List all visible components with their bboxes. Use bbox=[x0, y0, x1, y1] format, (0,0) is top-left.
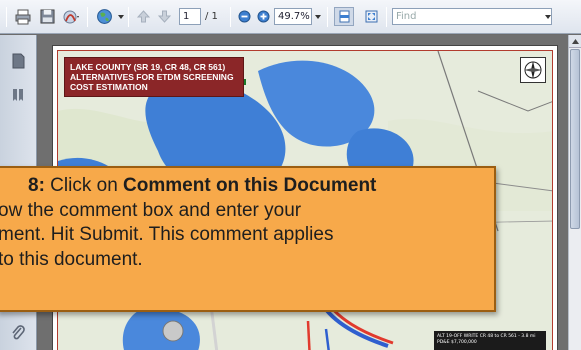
scroll-up-button[interactable] bbox=[569, 35, 581, 48]
find-menu-arrow[interactable] bbox=[544, 7, 552, 26]
full-screen-button[interactable] bbox=[361, 7, 381, 26]
toolbar-separator bbox=[230, 7, 231, 27]
pdf-viewer-window: 1 / 1 49.7% Find LAKE COUNTY (SR 19, CR … bbox=[0, 0, 581, 350]
zoom-level-select[interactable]: 49.7% bbox=[274, 8, 312, 25]
globe-menu-arrow[interactable] bbox=[117, 7, 124, 26]
chevron-up-icon bbox=[572, 38, 579, 44]
zoom-out-button[interactable] bbox=[236, 7, 252, 26]
arrow-down-icon bbox=[157, 10, 171, 23]
page-total-label: / 1 bbox=[205, 11, 218, 22]
zoom-in-icon bbox=[257, 10, 269, 23]
callout-step-label: 8: bbox=[28, 175, 45, 196]
acrobat-icon bbox=[63, 10, 79, 23]
callout-line-1: 8: Click on Comment on this Document bbox=[0, 174, 484, 199]
zoom-menu-arrow[interactable] bbox=[314, 7, 322, 26]
toolbar-separator bbox=[386, 7, 387, 27]
map-title-line: ALTERNATIVES FOR ETDM SCREENING bbox=[70, 72, 234, 82]
next-page-button[interactable] bbox=[155, 7, 173, 26]
callout-emphasis: Comment on this Document bbox=[123, 175, 377, 196]
zoom-out-icon bbox=[238, 10, 250, 23]
page-thumbnail-icon bbox=[12, 53, 25, 69]
bookmarks-panel-button[interactable] bbox=[11, 87, 26, 103]
previous-page-button[interactable] bbox=[134, 7, 152, 26]
printer-icon bbox=[15, 9, 31, 24]
toolbar-separator bbox=[87, 7, 88, 27]
instruction-callout: 8: Click on Comment on this Document ow … bbox=[0, 166, 496, 312]
callout-line-4: to this document. bbox=[0, 248, 143, 270]
map-title-box: LAKE COUNTY (SR 19, CR 48, CR 561) ALTER… bbox=[64, 57, 244, 97]
fit-width-button[interactable] bbox=[334, 7, 354, 26]
globe-icon bbox=[96, 9, 112, 24]
chevron-down-icon bbox=[315, 14, 321, 19]
attach-globe-button[interactable] bbox=[93, 7, 115, 26]
page-number-input[interactable]: 1 bbox=[179, 8, 201, 25]
toolbar-separator bbox=[6, 7, 7, 27]
floppy-disk-icon bbox=[39, 9, 55, 24]
compass-rose-icon bbox=[520, 57, 546, 83]
callout-line-3: ment. Hit Submit. This comment applies bbox=[0, 224, 334, 245]
toolbar-separator bbox=[128, 7, 129, 27]
find-input[interactable]: Find bbox=[392, 8, 552, 25]
print-button[interactable] bbox=[13, 7, 33, 26]
toolbar: 1 / 1 49.7% Find bbox=[0, 0, 581, 34]
map-legend: ALT 19-OFF WRITE CR 48 to CR 561 - 3.8 m… bbox=[434, 331, 546, 350]
toolbar-separator bbox=[327, 7, 328, 27]
map-title-line: LAKE COUNTY (SR 19, CR 48, CR 561) bbox=[70, 62, 226, 72]
map-title-line: COST ESTIMATION bbox=[70, 82, 148, 92]
chevron-down-icon bbox=[545, 14, 551, 19]
bookmark-icon bbox=[13, 89, 23, 101]
map-legend-line: PD&E $7,700,000 bbox=[437, 340, 477, 345]
scroll-thumb[interactable] bbox=[570, 49, 580, 229]
acrobat-menu-button[interactable] bbox=[60, 7, 84, 26]
zoom-in-button[interactable] bbox=[255, 7, 271, 26]
chevron-down-icon bbox=[117, 14, 124, 19]
page-fit-icon bbox=[339, 10, 349, 23]
paperclip-icon bbox=[12, 325, 25, 340]
vertical-scrollbar[interactable] bbox=[568, 35, 581, 350]
pages-panel-button[interactable] bbox=[11, 53, 26, 69]
save-button[interactable] bbox=[37, 7, 57, 26]
arrow-up-icon bbox=[136, 10, 150, 23]
callout-line-2: ow the comment box and enter your bbox=[0, 199, 302, 221]
callout-text: Click on bbox=[44, 175, 124, 196]
attachments-panel-button[interactable] bbox=[11, 325, 26, 341]
expand-icon bbox=[365, 10, 377, 23]
